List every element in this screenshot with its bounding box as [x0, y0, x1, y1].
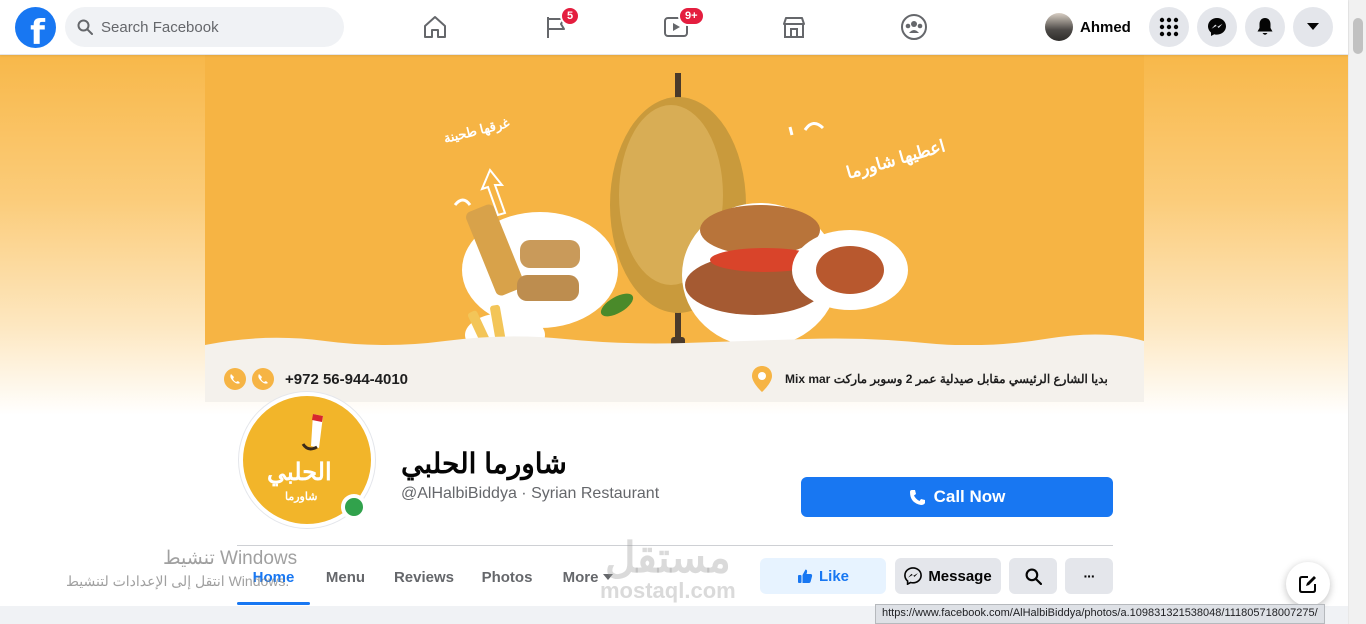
- groups-icon: [901, 14, 927, 40]
- messenger-button[interactable]: [1197, 7, 1237, 47]
- thumbs-up-icon: [797, 569, 813, 583]
- whatsapp-icon: [224, 368, 246, 390]
- search-icon: [77, 19, 93, 35]
- nav-watch[interactable]: 9+: [620, 0, 732, 54]
- windows-activation-title: تنشيط Windows: [163, 548, 298, 569]
- bell-icon: [1257, 18, 1273, 35]
- page-scrollbar[interactable]: [1348, 0, 1366, 624]
- search-input[interactable]: [101, 18, 321, 36]
- tab-menu[interactable]: Menu: [318, 562, 373, 592]
- tab-reviews[interactable]: Reviews: [387, 562, 461, 592]
- facebook-logo-icon[interactable]: f: [15, 7, 56, 48]
- nav-pages[interactable]: 5: [500, 0, 612, 54]
- top-navigation-bar: f 5 9+: [0, 0, 1348, 55]
- call-now-button[interactable]: Call Now: [801, 477, 1113, 517]
- nav-home[interactable]: [379, 0, 491, 54]
- menu-grid-icon: [1159, 17, 1179, 37]
- tab-photos[interactable]: Photos: [475, 562, 539, 592]
- cover-photo[interactable]: غرقها طحينة اعطيها شاورما +972 56-944-40…: [205, 55, 1144, 402]
- search-box[interactable]: [65, 7, 344, 47]
- pages-badge: 5: [560, 6, 581, 26]
- cover-phone-number: +972 56-944-4010: [285, 371, 409, 388]
- cover-wave: [205, 334, 1144, 351]
- mostaql-watermark: مستقل mostaql.com: [600, 536, 736, 602]
- page-search-button[interactable]: [1009, 558, 1057, 594]
- messenger-icon: [904, 567, 923, 585]
- page-subtitle: @AlHalbiBiddya · Syrian Restaurant: [401, 485, 660, 502]
- nav-marketplace[interactable]: [738, 0, 850, 54]
- messenger-icon: [1208, 18, 1226, 36]
- phone-icon: [252, 368, 274, 390]
- message-button[interactable]: Message: [895, 558, 1001, 594]
- watermark-latin: mostaql.com: [600, 578, 736, 603]
- location-pin-icon: [752, 366, 772, 392]
- new-message-button[interactable]: [1286, 562, 1330, 606]
- phone-icon: [909, 489, 925, 505]
- watermark-arabic: مستقل: [605, 534, 731, 581]
- more-options-button[interactable]: ···: [1065, 558, 1113, 594]
- more-icon: ···: [1083, 568, 1096, 584]
- browser-status-url: https://www.facebook.com/AlHalbiBiddya/p…: [875, 604, 1325, 624]
- marketplace-icon: [783, 17, 805, 38]
- home-icon: [424, 16, 446, 38]
- caret-down-icon: [1307, 23, 1319, 30]
- avatar: [1045, 13, 1073, 41]
- scrollbar-thumb[interactable]: [1353, 18, 1363, 54]
- page-title: شاورما الحلبي: [401, 448, 567, 479]
- nav-groups[interactable]: [858, 0, 970, 54]
- message-label: Message: [928, 567, 992, 585]
- logo-subtext: شاورما: [285, 491, 318, 503]
- online-status-dot: [341, 494, 367, 520]
- compose-icon: [1299, 576, 1316, 593]
- tab-more-label: More: [562, 568, 599, 586]
- windows-activation-subtitle: انتقل إلى الإعدادات لتنشيط Windows.: [66, 573, 290, 589]
- logo-text: الحلبي: [267, 459, 332, 486]
- call-now-label: Call Now: [933, 487, 1006, 506]
- like-button[interactable]: Like: [760, 558, 886, 594]
- profile-shortcut[interactable]: Ahmed: [1040, 8, 1139, 46]
- active-tab-indicator: [237, 602, 310, 605]
- watch-badge: 9+: [678, 6, 705, 26]
- like-label: Like: [818, 567, 849, 585]
- profile-name: Ahmed: [1080, 18, 1131, 36]
- account-button[interactable]: [1293, 7, 1333, 47]
- menu-button[interactable]: [1149, 7, 1189, 47]
- notifications-button[interactable]: [1245, 7, 1285, 47]
- cover-address: بديا الشارع الرئيسي مقابل صيدلية عمر 2 و…: [785, 372, 1108, 386]
- search-icon: [1025, 568, 1042, 585]
